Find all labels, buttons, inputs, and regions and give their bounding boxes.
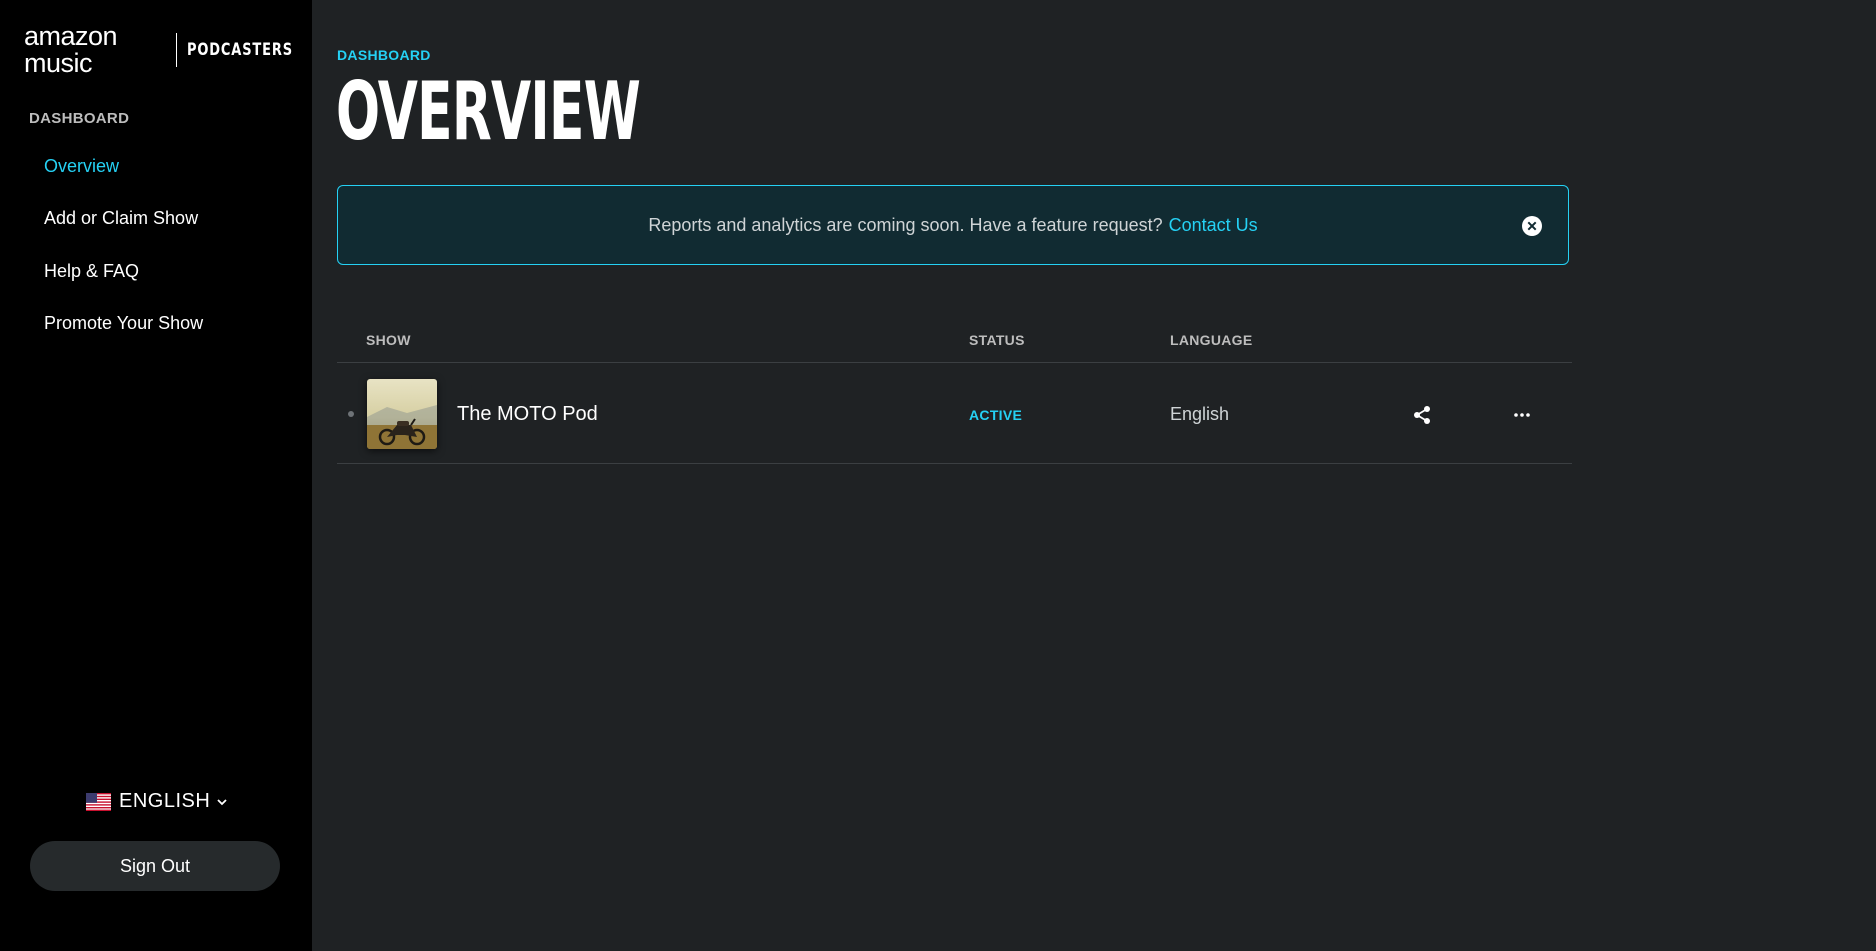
sidebar-item-overview[interactable]: Overview — [44, 156, 119, 177]
chevron-down-icon — [217, 798, 227, 805]
sidebar-item-add-or-claim-show[interactable]: Add or Claim Show — [44, 208, 198, 229]
shows-table: SHOW STATUS LANGUAGE The MOTO Pod ACTIVE… — [337, 320, 1572, 464]
info-banner: Reports and analytics are coming soon. H… — [337, 185, 1569, 265]
banner-text: Reports and analytics are coming soon. H… — [648, 214, 1163, 235]
show-name[interactable]: The MOTO Pod — [457, 403, 598, 426]
logo-divider — [175, 33, 178, 67]
nav-heading: DASHBOARD — [29, 110, 130, 127]
more-horizontal-icon[interactable] — [1511, 404, 1533, 426]
column-header-language: LANGUAGE — [1170, 332, 1253, 348]
breadcrumb[interactable]: DASHBOARD — [337, 47, 431, 63]
status-badge: ACTIVE — [969, 407, 1023, 423]
share-icon[interactable] — [1411, 404, 1433, 426]
column-header-status: STATUS — [969, 332, 1025, 348]
sidebar-item-help-faq[interactable]: Help & FAQ — [44, 261, 139, 282]
contact-us-link[interactable]: Contact Us — [1169, 215, 1258, 236]
logo-brand-text: amazon music — [24, 21, 118, 78]
language-label: ENGLISH — [119, 790, 211, 812]
column-header-show: SHOW — [366, 332, 411, 348]
page-title: OVERVIEW — [336, 65, 641, 158]
table-row[interactable]: The MOTO Pod ACTIVE English — [337, 363, 1572, 464]
language-selector[interactable]: ENGLISH — [86, 790, 228, 813]
table-header: SHOW STATUS LANGUAGE — [337, 320, 1572, 363]
show-language: English — [1170, 404, 1230, 424]
row-indicator-dot — [348, 411, 354, 417]
sidebar: amazon music PODCASTERS DASHBOARD Overvi… — [0, 0, 312, 951]
sign-out-button[interactable]: Sign Out — [30, 841, 280, 891]
logo-sub-text: PODCASTERS — [187, 40, 294, 60]
us-flag-icon — [86, 792, 111, 811]
close-circle-icon[interactable] — [1522, 216, 1542, 236]
sidebar-item-promote-your-show[interactable]: Promote Your Show — [44, 313, 203, 334]
amazon-music-podcasters-logo[interactable]: amazon music PODCASTERS — [24, 23, 312, 77]
show-thumbnail[interactable] — [367, 379, 437, 449]
